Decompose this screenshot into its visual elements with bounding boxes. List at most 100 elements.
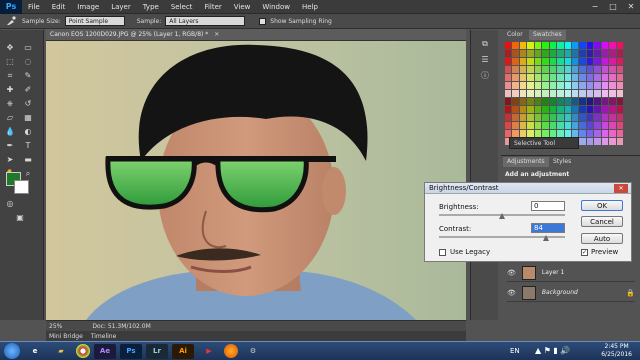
- clone-stamp-tool-icon[interactable]: ⎈: [4, 98, 16, 109]
- swatch[interactable]: [579, 122, 586, 129]
- swatch[interactable]: [601, 114, 609, 121]
- eye-icon[interactable]: 👁: [507, 269, 516, 277]
- swatch[interactable]: [586, 90, 594, 97]
- history-brush-tool-icon[interactable]: ↺: [22, 98, 34, 109]
- swatch[interactable]: [571, 74, 579, 81]
- swatch[interactable]: [542, 50, 549, 57]
- swatch[interactable]: [519, 82, 527, 89]
- swatch[interactable]: [609, 58, 616, 65]
- marquee-tool-icon[interactable]: ⬚: [4, 56, 16, 67]
- swatch[interactable]: [534, 114, 542, 121]
- swatch[interactable]: [549, 58, 557, 65]
- lightroom-icon[interactable]: Lr: [146, 343, 168, 359]
- swatch[interactable]: [564, 90, 571, 97]
- swatch[interactable]: [564, 50, 571, 57]
- swatch[interactable]: [571, 58, 579, 65]
- tray-icons[interactable]: ▲ ⚑ ▮ 🔊: [535, 346, 570, 355]
- swatch[interactable]: [586, 82, 594, 89]
- swatch[interactable]: [557, 114, 564, 121]
- swatch[interactable]: [616, 66, 623, 73]
- swatch[interactable]: [594, 130, 601, 137]
- swatch[interactable]: [601, 98, 609, 105]
- swatch[interactable]: [586, 130, 594, 137]
- swatch[interactable]: [579, 130, 586, 137]
- swatch[interactable]: [519, 42, 527, 49]
- swatch[interactable]: [527, 106, 534, 113]
- swatch[interactable]: [557, 130, 564, 137]
- swatch[interactable]: [527, 66, 534, 73]
- menu-layer[interactable]: Layer: [105, 0, 137, 14]
- swatch[interactable]: [557, 50, 564, 57]
- swatch[interactable]: [564, 106, 571, 113]
- swatch[interactable]: [527, 42, 534, 49]
- swatch[interactable]: [512, 58, 519, 65]
- swatch[interactable]: [505, 130, 512, 137]
- swatch[interactable]: [586, 42, 594, 49]
- swatch[interactable]: [601, 130, 609, 137]
- swatch[interactable]: [534, 74, 542, 81]
- swatch[interactable]: [564, 66, 571, 73]
- swatch[interactable]: [549, 122, 557, 129]
- swatch[interactable]: [616, 138, 623, 145]
- swatch[interactable]: [519, 50, 527, 57]
- swatch[interactable]: [549, 42, 557, 49]
- swatch[interactable]: [616, 74, 623, 81]
- swatch[interactable]: [505, 90, 512, 97]
- internet-explorer-icon[interactable]: e: [24, 344, 46, 359]
- swatch[interactable]: [586, 50, 594, 57]
- chrome-icon[interactable]: [76, 344, 90, 358]
- crop-tool-icon[interactable]: ⌗: [4, 70, 16, 81]
- swatch[interactable]: [512, 90, 519, 97]
- eyedropper-tool-icon[interactable]: ✎: [22, 70, 34, 81]
- tab-mini-bridge[interactable]: Mini Bridge: [49, 333, 83, 340]
- swatch[interactable]: [549, 130, 557, 137]
- swatch[interactable]: [512, 122, 519, 129]
- properties-panel-icon[interactable]: ☰: [479, 54, 491, 65]
- swatch[interactable]: [571, 66, 579, 73]
- swatch[interactable]: [542, 98, 549, 105]
- swatch[interactable]: [594, 82, 601, 89]
- swatch[interactable]: [542, 66, 549, 73]
- swatch[interactable]: [586, 74, 594, 81]
- menu-type[interactable]: Type: [137, 0, 165, 14]
- swatch[interactable]: [609, 66, 616, 73]
- swatch[interactable]: [609, 50, 616, 57]
- swatch[interactable]: [505, 58, 512, 65]
- swatch[interactable]: [564, 74, 571, 81]
- artboard-tool-icon[interactable]: ▭: [22, 42, 34, 53]
- swatch[interactable]: [579, 50, 586, 57]
- document-tab[interactable]: Canon EOS 1200D029.JPG @ 25% (Layer 1, R…: [46, 29, 466, 41]
- tab-timeline[interactable]: Timeline: [91, 333, 117, 340]
- swatch[interactable]: [609, 122, 616, 129]
- menu-image[interactable]: Image: [71, 0, 105, 14]
- swatch[interactable]: [527, 90, 534, 97]
- after-effects-icon[interactable]: Ae: [94, 343, 116, 359]
- swatch[interactable]: [505, 42, 512, 49]
- network-app-icon[interactable]: ⚙: [242, 344, 264, 359]
- swatch[interactable]: [512, 50, 519, 57]
- tab-styles[interactable]: Styles: [549, 157, 575, 167]
- swatch[interactable]: [601, 74, 609, 81]
- swatch[interactable]: [616, 130, 623, 137]
- swatch[interactable]: [579, 66, 586, 73]
- ok-button[interactable]: OK: [581, 200, 623, 211]
- swatch[interactable]: [549, 114, 557, 121]
- swatch[interactable]: [557, 90, 564, 97]
- swatch[interactable]: [571, 42, 579, 49]
- swatch[interactable]: [542, 82, 549, 89]
- swatch[interactable]: [557, 82, 564, 89]
- swatch[interactable]: [586, 58, 594, 65]
- swatch[interactable]: [512, 130, 519, 137]
- swatch[interactable]: [601, 66, 609, 73]
- swatch[interactable]: [557, 122, 564, 129]
- swatch[interactable]: [609, 114, 616, 121]
- swatch[interactable]: [616, 82, 623, 89]
- swatch[interactable]: [549, 82, 557, 89]
- swatch[interactable]: [519, 90, 527, 97]
- swatch[interactable]: [594, 50, 601, 57]
- swatch[interactable]: [564, 114, 571, 121]
- swatch-grid[interactable]: [505, 42, 623, 152]
- swatch[interactable]: [505, 106, 512, 113]
- swatch[interactable]: [534, 82, 542, 89]
- swatch[interactable]: [519, 114, 527, 121]
